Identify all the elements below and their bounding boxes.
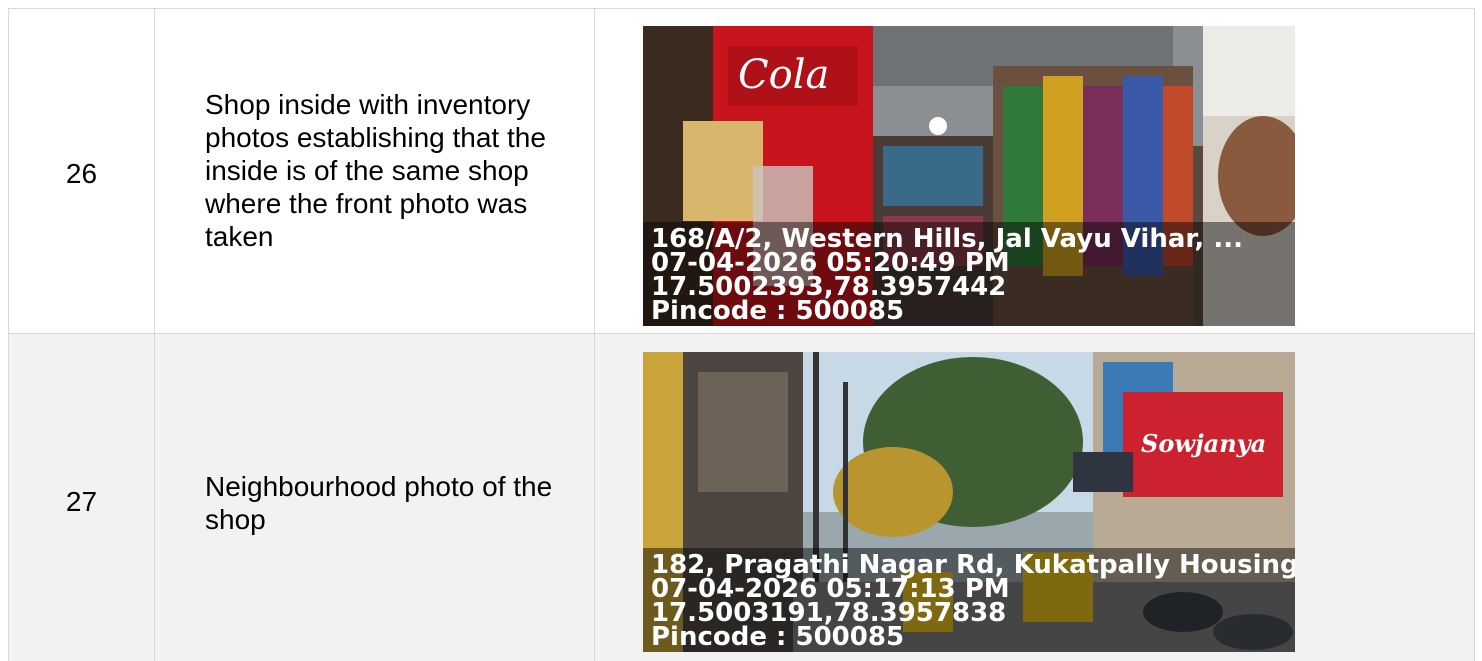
serial-number-cell: 26 [9,9,155,333]
stamp-pincode: Pincode : 500085 [651,296,905,326]
serial-number: 26 [65,158,98,189]
street-view-photo[interactable]: Sowjanya 182, Pragathi Nagar Rd, Kukatpa… [643,352,1295,652]
description-text: Shop inside with inventory photos establ… [205,89,546,252]
table-row: 26 Shop inside with inventory photos est… [8,8,1475,334]
description-cell: Neighbourhood photo of the shop [155,334,595,661]
geo-stamp-overlay: 168/A/2, Western Hills, Jal Vayu Vihar, … [643,222,1295,326]
svg-text:Sowjanya: Sowjanya [1141,429,1266,458]
evidence-table: 26 Shop inside with inventory photos est… [8,8,1475,661]
stamp-pincode: Pincode : 500085 [651,622,905,652]
table-row: 27 Neighbourhood photo of the shop Sowja… [8,334,1475,661]
shop-interior-photo[interactable]: Cola 168/A/2, Western Hills, Jal Vayu Vi… [643,26,1295,326]
serial-number-cell: 27 [9,334,155,661]
geo-stamp-overlay: 182, Pragathi Nagar Rd, Kukatpally Housi… [643,548,1295,652]
serial-number: 27 [65,486,98,517]
description-text: Neighbourhood photo of the shop [205,471,553,535]
description-cell: Shop inside with inventory photos establ… [155,9,595,333]
photo-cell: Sowjanya 182, Pragathi Nagar Rd, Kukatpa… [595,334,1474,661]
photo-cell: Cola 168/A/2, Western Hills, Jal Vayu Vi… [595,9,1474,333]
svg-text:Cola: Cola [738,52,829,98]
